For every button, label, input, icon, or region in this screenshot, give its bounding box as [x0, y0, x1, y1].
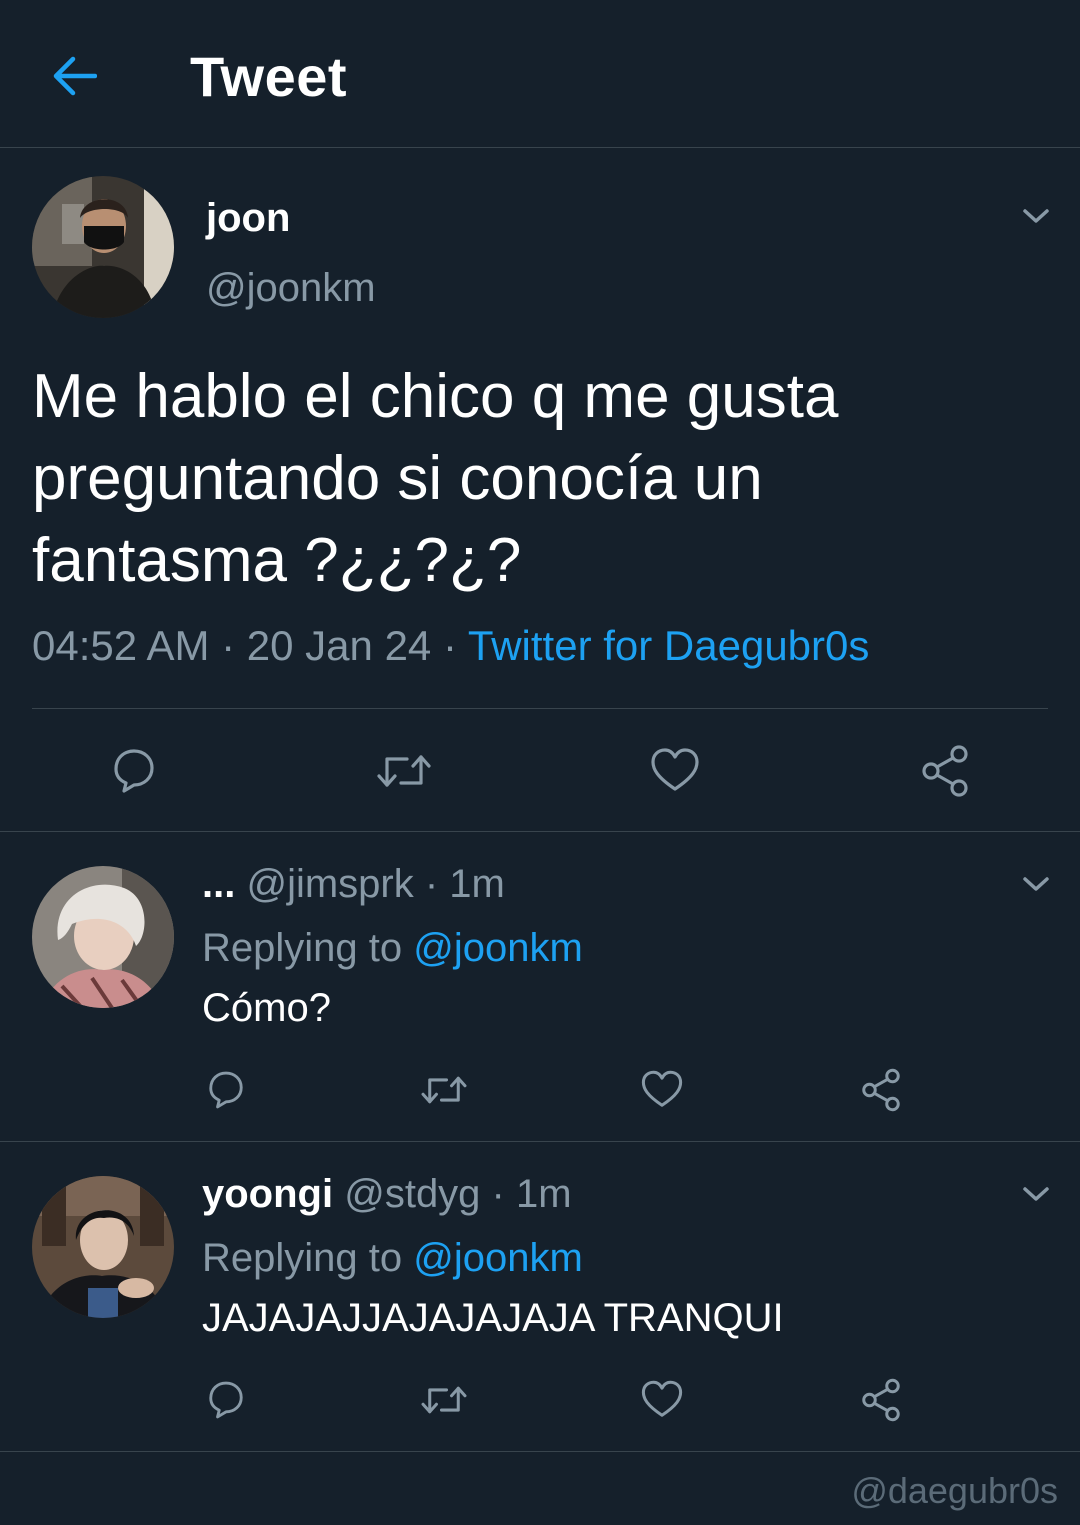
reply-button[interactable] — [101, 738, 167, 804]
reply-text: JAJAJAJJAJAJAJAJA TRANQUI — [202, 1296, 784, 1340]
reply-icon — [209, 1071, 243, 1109]
like-icon — [641, 1070, 683, 1107]
reply-button[interactable] — [200, 1064, 252, 1116]
share-icon — [922, 745, 968, 797]
reply-handle[interactable]: @jimsprk — [246, 862, 413, 906]
reply-time: 1m — [515, 1172, 572, 1216]
main-tweet: joon @joonkm Me hablo el chico q me gust… — [0, 148, 1080, 832]
avatar[interactable] — [32, 176, 174, 318]
tweet-source-link[interactable]: Twitter for Daegubr0s — [468, 622, 870, 669]
reply-time: 1m — [449, 862, 505, 906]
retweet-button[interactable] — [418, 1374, 470, 1426]
mention-link[interactable]: @joonkm — [413, 1236, 583, 1280]
replying-to: Replying to @joonkm — [202, 926, 583, 971]
top-bar: Tweet — [0, 0, 1080, 148]
reply-button[interactable] — [200, 1374, 252, 1426]
reply-display-name[interactable]: ... — [202, 862, 235, 906]
avatar[interactable] — [32, 866, 174, 1008]
replying-label: Replying to — [202, 926, 414, 970]
tweet-time: 04:52 AM — [32, 622, 210, 669]
reply-menu-button[interactable] — [1016, 1174, 1056, 1214]
replying-label: Replying to — [202, 1236, 414, 1280]
avatar[interactable] — [32, 1176, 174, 1318]
tweet-menu-button[interactable] — [1016, 196, 1056, 236]
reply-actions — [0, 1064, 1080, 1116]
arrow-left-icon — [53, 56, 97, 96]
reply-menu-button[interactable] — [1016, 864, 1056, 904]
share-button[interactable] — [855, 1064, 907, 1116]
like-button[interactable] — [642, 738, 708, 804]
reply-text: Cómo? — [202, 986, 331, 1030]
like-button[interactable] — [636, 1374, 688, 1426]
tweet-detail-page: Tweet joon @joonkm Me hablo el chico q m… — [0, 0, 1080, 1525]
retweet-icon — [377, 755, 431, 787]
like-icon — [651, 748, 699, 791]
share-icon — [862, 1378, 900, 1422]
tweet-text: Me hablo el chico q me gusta preguntando… — [32, 362, 839, 595]
reply-display-name[interactable]: yoongi — [202, 1172, 333, 1216]
divider — [32, 708, 1048, 709]
tweet-meta: 04:52 AM · 20 Jan 24 · Twitter for Daegu… — [32, 622, 869, 670]
meta-separator: · — [413, 862, 450, 906]
display-name[interactable]: joon — [206, 196, 290, 241]
retweet-button[interactable] — [371, 738, 437, 804]
like-icon — [641, 1380, 683, 1417]
reply-handle[interactable]: @stdyg — [344, 1172, 480, 1216]
tweet-actions — [0, 738, 1080, 804]
user-handle[interactable]: @joonkm — [206, 266, 376, 311]
like-button[interactable] — [636, 1064, 688, 1116]
retweet-icon — [421, 1076, 467, 1104]
replying-to: Replying to @joonkm — [202, 1236, 583, 1281]
back-button[interactable] — [46, 48, 102, 104]
meta-separator: · — [431, 622, 468, 669]
reply-icon — [209, 1381, 243, 1419]
meta-separator: · — [209, 622, 247, 669]
meta-separator: · — [480, 1172, 516, 1216]
chevron-down-icon — [1023, 209, 1049, 223]
tweet-date: 20 Jan 24 — [246, 622, 432, 669]
retweet-button[interactable] — [418, 1064, 470, 1116]
chevron-down-icon — [1023, 877, 1049, 891]
reply-header: ... @jimsprk · 1m — [202, 862, 505, 907]
reply-item[interactable]: yoongi @stdyg · 1m Replying to @joonkm J… — [0, 1142, 1080, 1452]
share-button[interactable] — [912, 738, 978, 804]
reply-item[interactable]: ... @jimsprk · 1m Replying to @joonkm Có… — [0, 832, 1080, 1142]
share-icon — [862, 1068, 900, 1112]
reply-actions — [0, 1374, 1080, 1426]
reply-header: yoongi @stdyg · 1m — [202, 1172, 572, 1217]
chevron-down-icon — [1023, 1187, 1049, 1201]
page-title: Tweet — [190, 45, 348, 108]
share-button[interactable] — [855, 1374, 907, 1426]
retweet-icon — [421, 1386, 467, 1414]
reply-icon — [114, 749, 154, 793]
mention-link[interactable]: @joonkm — [413, 926, 583, 970]
watermark: @daegubr0s — [851, 1470, 1058, 1511]
